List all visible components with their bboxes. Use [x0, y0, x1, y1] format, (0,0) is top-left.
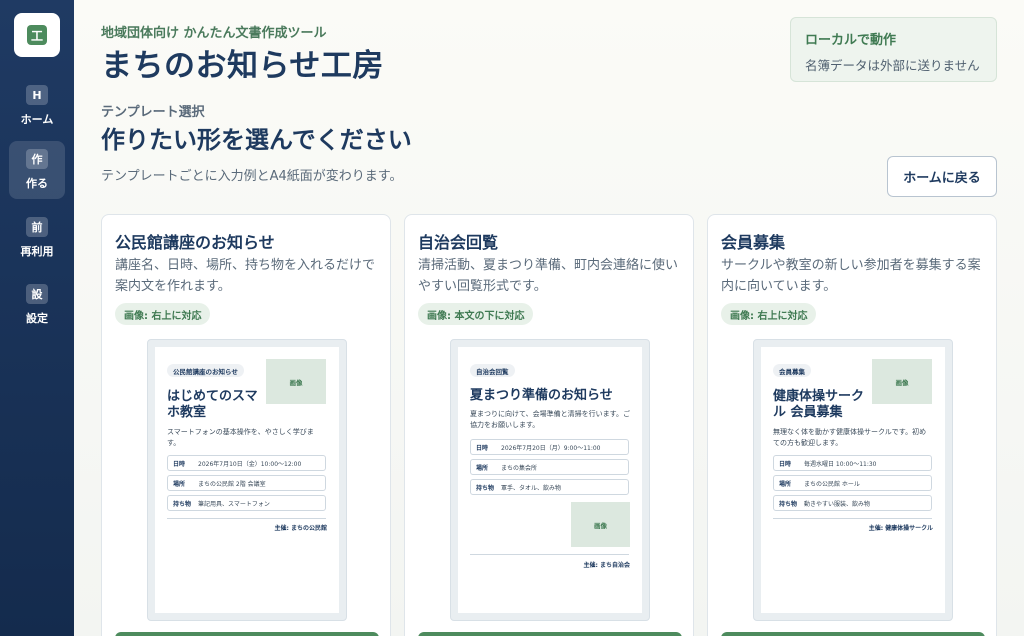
a4-preview: 会員募集 画像 健康体操サークル 会員募集 無理なく体を動かす健康体操サークルで…	[753, 339, 953, 621]
sidebar-item-reuse[interactable]: 前 再利用	[9, 209, 65, 267]
a4-preview: 自治会回覧 夏まつり準備のお知らせ 夏まつりに向けて、会場準備と清掃を行います。…	[450, 339, 650, 621]
sidebar-item-home[interactable]: H ホーム	[9, 77, 65, 135]
local-status-desc: 名簿データは外部に送りません	[805, 58, 980, 73]
preview-page: 公民館講座のお知らせ 画像 はじめてのスマホ教室 スマートフォンの基本操作を、や…	[155, 347, 339, 613]
preview-row-key: 日時	[779, 460, 792, 468]
app-logo[interactable]: 工	[14, 13, 60, 57]
preview-row-value: 筆記用具、スマートフォン	[198, 500, 270, 508]
local-status-panel: ローカルで動作 名簿データは外部に送りません	[790, 17, 997, 82]
sidebar-item-label: 作る	[26, 177, 48, 190]
preview-tag: 会員募集	[773, 364, 811, 377]
preview-row: 日時 毎週水曜日 10:00〜11:30	[773, 455, 932, 471]
template-card-kominkan[interactable]: 公民館講座のお知らせ 講座名、日時、場所、持ち物を入れるだけで案内文を作れます。…	[101, 214, 391, 636]
preview-row: 場所 まちの公民館 ホール	[773, 475, 932, 491]
preview-row: 持ち物 筆記用具、スマートフォン	[167, 495, 326, 511]
preview-organizer: 主催: まちの公民館	[274, 525, 328, 532]
preview-tag: 公民館講座のお知らせ	[167, 364, 244, 377]
preview-title: 健康体操サークル 会員募集	[773, 389, 865, 420]
preview-row-value: まちの公民館 2階 会議室	[198, 480, 266, 488]
preview-row: 日時 2026年7月20日（月）9:00〜11:00	[470, 439, 629, 455]
preview-page: 会員募集 画像 健康体操サークル 会員募集 無理なく体を動かす健康体操サークルで…	[761, 347, 945, 613]
preview-row: 持ち物 軍手、タオル、飲み物	[470, 479, 629, 495]
preview-organizer: 主催: まち自治会	[583, 562, 631, 569]
preview-row-key: 場所	[476, 464, 489, 472]
page-title: 作りたい形を選んでください	[101, 126, 412, 154]
template-card-jichikai[interactable]: 自治会回覧 清掃活動、夏まつり準備、町内会連絡に使いやすい回覧形式です。 画像:…	[404, 214, 694, 636]
preview-row-key: 持ち物	[173, 500, 192, 508]
preview-body: 夏まつりに向けて、会場準備と清掃を行います。ご協力をお願いします。	[470, 410, 630, 429]
preview-image-placeholder: 画像	[872, 359, 932, 404]
sidebar-item-create[interactable]: 作 作る	[9, 141, 65, 199]
template-card-member-recruit[interactable]: 会員募集 サークルや教室の新しい参加者を募集する案内に向いています。 画像: 右…	[707, 214, 997, 636]
preview-row-value: 2026年7月10日（金）10:00〜12:00	[198, 460, 302, 468]
preview-title: 夏まつり準備のお知らせ	[470, 388, 613, 403]
preview-row-value: まちの集会所	[501, 464, 538, 472]
select-template-button[interactable]	[418, 632, 682, 636]
card-title: 会員募集	[721, 233, 786, 252]
reuse-icon: 前	[26, 217, 48, 237]
section-label: テンプレート選択	[101, 105, 205, 120]
preview-row-key: 日時	[476, 444, 489, 452]
preview-image-placeholder: 画像	[571, 502, 630, 547]
sidebar-item-settings[interactable]: 設 設定	[9, 276, 65, 334]
select-template-button[interactable]	[721, 632, 985, 636]
preview-tag: 自治会回覧	[470, 364, 515, 377]
preview-row-key: 日時	[173, 460, 186, 468]
card-description: 清掃活動、夏まつり準備、町内会連絡に使いやすい回覧形式です。	[418, 258, 679, 294]
card-description: 講座名、日時、場所、持ち物を入れるだけで案内文を作れます。	[115, 258, 376, 294]
preview-row-key: 持ち物	[779, 500, 798, 508]
preview-row-value: まちの公民館 ホール	[804, 480, 860, 488]
image-position-badge: 画像: 右上に対応	[721, 303, 817, 325]
preview-row: 場所 まちの公民館 2階 会議室	[167, 475, 326, 491]
preview-image-placeholder: 画像	[266, 359, 326, 404]
section-description: テンプレートごとに入力例とA4紙面が変わります。	[101, 169, 403, 184]
card-description: サークルや教室の新しい参加者を募集する案内に向いています。	[721, 258, 981, 294]
app-eyebrow: 地域団体向け かんたん文書作成ツール	[101, 26, 327, 41]
preview-divider	[470, 554, 629, 555]
select-template-button[interactable]	[115, 632, 379, 636]
sidebar-item-label: 再利用	[20, 245, 54, 258]
preview-row: 場所 まちの集会所	[470, 459, 629, 475]
preview-row-value: 動きやすい服装、飲み物	[804, 500, 871, 508]
sidebar-item-label: ホーム	[20, 113, 54, 126]
create-icon: 作	[26, 149, 48, 169]
logo-mark: 工	[27, 25, 47, 45]
preview-divider	[167, 518, 326, 519]
image-position-badge: 画像: 右上に対応	[115, 303, 211, 325]
back-home-button[interactable]: ホームに戻る	[887, 156, 997, 197]
preview-row-key: 場所	[173, 480, 186, 488]
sidebar-item-label: 設定	[26, 312, 48, 325]
sidebar: 工 H ホーム 作 作る 前 再利用 設 設定	[0, 0, 74, 636]
preview-row-key: 持ち物	[476, 484, 495, 492]
preview-row: 日時 2026年7月10日（金）10:00〜12:00	[167, 455, 326, 471]
image-position-badge: 画像: 本文の下に対応	[418, 303, 534, 325]
a4-preview: 公民館講座のお知らせ 画像 はじめてのスマホ教室 スマートフォンの基本操作を、や…	[147, 339, 347, 621]
home-icon: H	[26, 85, 48, 105]
preview-row-value: 軍手、タオル、飲み物	[501, 484, 562, 492]
preview-organizer: 主催: 健康体操サークル	[868, 525, 933, 532]
card-title: 自治会回覧	[418, 233, 499, 252]
settings-icon: 設	[26, 284, 48, 304]
preview-row-value: 2026年7月20日（月）9:00〜11:00	[501, 444, 601, 452]
preview-divider	[773, 518, 932, 519]
preview-page: 自治会回覧 夏まつり準備のお知らせ 夏まつりに向けて、会場準備と清掃を行います。…	[458, 347, 642, 613]
preview-body: 無理なく体を動かす健康体操サークルです。初めての方も歓迎します。	[773, 428, 927, 447]
preview-row-value: 毎週水曜日 10:00〜11:30	[804, 460, 877, 468]
card-title: 公民館講座のお知らせ	[115, 233, 275, 252]
local-status-title: ローカルで動作	[805, 33, 897, 48]
preview-body: スマートフォンの基本操作を、やさしく学びます。	[167, 428, 314, 447]
app-title: まちのお知らせ工房	[101, 48, 384, 84]
preview-title: はじめてのスマホ教室	[167, 389, 258, 420]
preview-row-key: 場所	[779, 480, 792, 488]
preview-row: 持ち物 動きやすい服装、飲み物	[773, 495, 932, 511]
